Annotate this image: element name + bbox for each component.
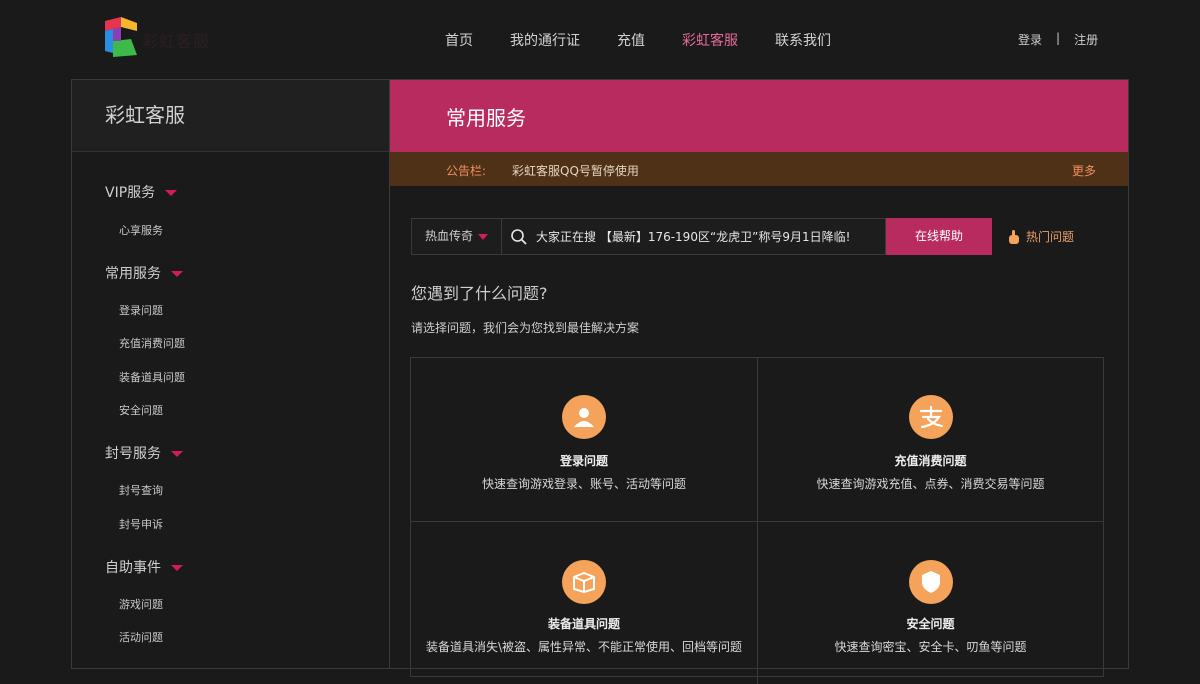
chevron-down-icon	[171, 565, 183, 571]
sidebar-item-login[interactable]: 登录问题	[119, 302, 163, 318]
question-title: 您遇到了什么问题?	[411, 284, 548, 303]
nav-home[interactable]: 首页	[445, 30, 473, 50]
sidebar-group-vip[interactable]: VIP服务	[105, 182, 178, 202]
hot-questions-link[interactable]: 热门问题	[1008, 228, 1074, 245]
nav-recharge[interactable]: 充值	[617, 30, 645, 50]
category-card-recharge[interactable]: 充值消费问题 快速查询游戏充值、点券、消费交易等问题	[757, 358, 1103, 521]
sidebar-title: 彩虹客服	[72, 80, 389, 152]
auth-separator: |	[1056, 31, 1061, 45]
game-select-value: 热血传奇	[425, 229, 474, 243]
search-box	[502, 218, 886, 255]
sidebar-group-label: 自助事件	[105, 560, 161, 576]
sidebar-group-ban[interactable]: 封号服务	[105, 443, 183, 463]
sidebar-group-self-service[interactable]: 自助事件	[105, 557, 183, 577]
notice-more-link[interactable]: 更多	[1072, 162, 1096, 179]
main-nav: 首页 我的通行证 充值 彩虹客服 联系我们	[445, 30, 868, 50]
question-subtitle: 请选择问题，我们会为您找到最佳解决方案	[411, 321, 640, 335]
category-desc: 快速查询密宝、安全卡、叨鱼等问题	[834, 640, 1027, 654]
chevron-down-icon	[171, 451, 183, 457]
logo-text: 彩虹客服	[142, 32, 211, 51]
nav-support[interactable]: 彩虹客服	[682, 30, 738, 50]
sidebar-group-label: VIP服务	[105, 185, 156, 201]
hot-questions-label: 热门问题	[1026, 230, 1075, 244]
chevron-down-icon	[165, 190, 178, 196]
user-icon	[562, 395, 606, 439]
category-title: 充值消费问题	[894, 454, 967, 468]
sidebar-item-ban-query[interactable]: 封号查询	[119, 482, 163, 498]
shield-icon	[909, 560, 953, 604]
chevron-down-icon	[478, 233, 489, 240]
nav-contact[interactable]: 联系我们	[775, 30, 831, 50]
auth-links: 登录 | 注册	[1018, 31, 1098, 48]
sidebar: 彩虹客服 VIP服务 心享服务 常用服务 登录问题 充值消费问题 装备道具问题 …	[71, 79, 390, 669]
notice-text[interactable]: 彩虹客服QQ号暂停使用	[512, 162, 639, 179]
category-title: 装备道具问题	[547, 617, 620, 631]
game-select[interactable]: 热血传奇	[411, 218, 502, 255]
sidebar-group-label: 封号服务	[105, 446, 161, 462]
category-desc: 快速查询游戏充值、点券、消费交易等问题	[816, 477, 1045, 491]
category-desc: 装备道具消失\被盗、属性异常、不能正常使用、回档等问题	[425, 640, 743, 654]
login-link[interactable]: 登录	[1018, 31, 1042, 48]
search-input[interactable]	[536, 219, 882, 254]
category-grid: 登录问题 快速查询游戏登录、账号、活动等问题 充值消费问题 快速查询游戏充值、点…	[410, 357, 1104, 684]
sidebar-group-common[interactable]: 常用服务	[105, 263, 183, 283]
notice-label: 公告栏:	[446, 164, 487, 178]
nav-passport[interactable]: 我的通行证	[510, 30, 580, 50]
search-row: 热血传奇 在线帮助	[411, 218, 992, 255]
category-title: 安全问题	[906, 617, 955, 631]
sidebar-item-game[interactable]: 游戏问题	[119, 596, 163, 612]
sidebar-group-label: 常用服务	[105, 266, 161, 282]
payment-icon	[909, 395, 953, 439]
search-icon[interactable]	[510, 228, 528, 246]
category-desc: 快速查询游戏登录、账号、活动等问题	[481, 477, 686, 491]
online-help-button[interactable]: 在线帮助	[886, 218, 992, 255]
sidebar-item-ban-appeal[interactable]: 封号申诉	[119, 516, 163, 532]
logo-icon[interactable]	[103, 17, 139, 59]
top-bar: 彩虹客服 首页 我的通行证 充值 彩虹客服 联系我们 登录 | 注册	[0, 0, 1200, 80]
category-card-login[interactable]: 登录问题 快速查询游戏登录、账号、活动等问题	[411, 358, 757, 521]
category-title: 登录问题	[559, 454, 608, 468]
sidebar-item-xinxiang[interactable]: 心享服务	[119, 222, 163, 238]
hand-icon	[1009, 229, 1019, 244]
page-title: 常用服务	[446, 106, 526, 130]
sidebar-item-equipment[interactable]: 装备道具问题	[119, 369, 185, 385]
section-header: 常用服务	[390, 80, 1128, 152]
sidebar-item-security[interactable]: 安全问题	[119, 402, 163, 418]
box-icon	[562, 560, 606, 604]
register-link[interactable]: 注册	[1074, 31, 1098, 48]
chevron-down-icon	[171, 271, 183, 277]
sidebar-item-activity[interactable]: 活动问题	[119, 629, 163, 645]
sidebar-item-recharge[interactable]: 充值消费问题	[119, 335, 185, 351]
notice-bar: 公告栏: 彩虹客服QQ号暂停使用 更多	[390, 152, 1128, 186]
